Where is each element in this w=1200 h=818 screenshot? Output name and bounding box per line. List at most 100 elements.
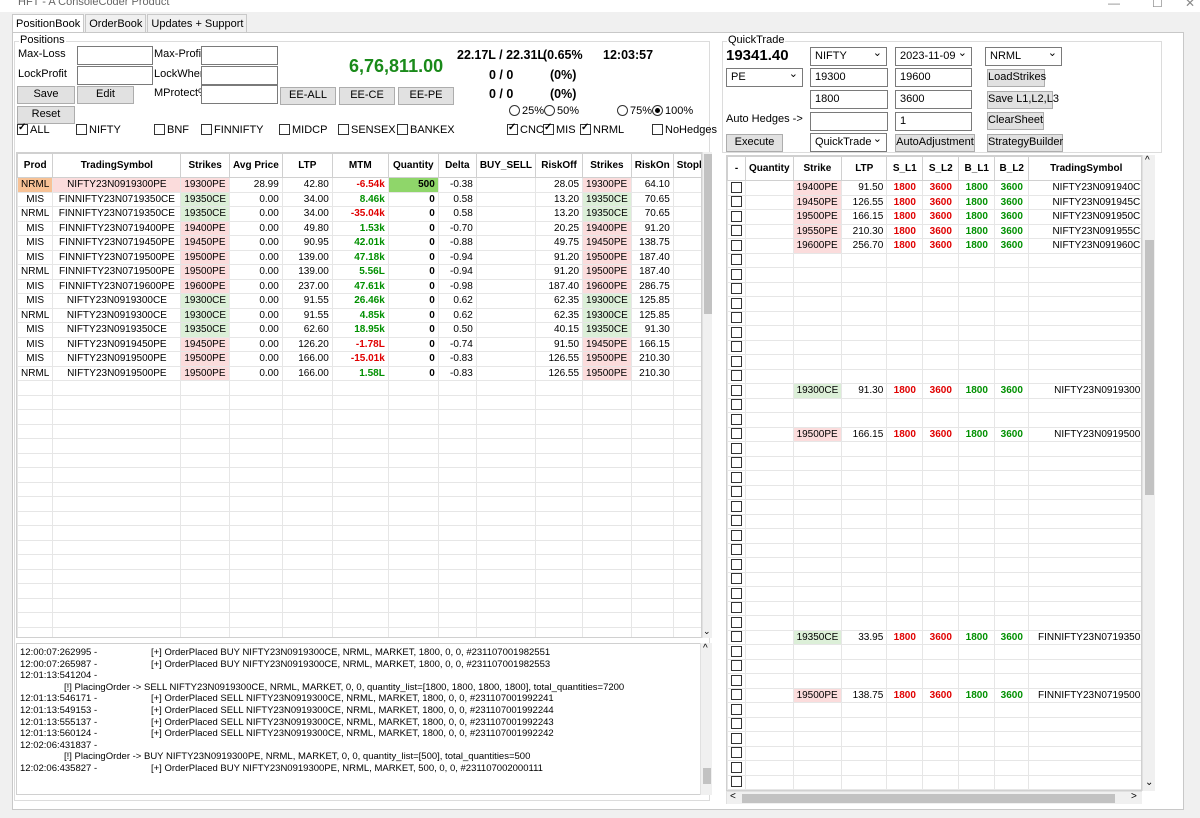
quicktrade-row[interactable] [727,528,1141,544]
filter-midcp[interactable]: MIDCP [279,124,327,136]
product-select[interactable]: NRML [985,46,1062,66]
qt-cell-qty[interactable] [745,658,794,674]
quicktrade-row[interactable] [727,296,1141,312]
quicktrade-row[interactable] [727,354,1141,370]
qt-cell-qty[interactable] [745,586,794,602]
type-mis[interactable]: MIS [543,122,576,136]
position-row[interactable]: NRML NIFTY23N0919300PE 19300PE 28.99 42.80 -6… [17,177,701,193]
quicktrade-row[interactable] [727,745,1141,761]
tab-updates-support[interactable]: Updates + Support [147,14,248,33]
position-row[interactable]: MIS FINNIFTY23N0719450PE 19450PE 0.00 90.95 4… [17,235,701,251]
quicktrade-row[interactable] [727,774,1141,790]
ee-pe-button[interactable]: EE-PE [398,87,454,105]
row-select-checkbox[interactable] [731,761,742,773]
qt-cell-qty[interactable] [745,542,794,558]
qt-cell-qty[interactable] [745,412,794,428]
row-select-checkbox[interactable] [731,544,742,556]
row-select-checkbox[interactable] [731,225,742,237]
qt-cell-qty[interactable] [745,557,794,573]
col-header-ltp[interactable]: LTP [281,153,333,178]
qt-col-quantity[interactable]: Quantity [745,156,794,181]
row-select-checkbox[interactable] [731,399,742,411]
radio-50[interactable]: 50% [544,105,579,117]
quicktrade-row[interactable] [727,412,1141,428]
qt-cell-qty[interactable] [745,571,794,587]
position-row[interactable]: MIS FINNIFTY23N0719600PE 19600PE 0.00 237.00… [17,278,701,294]
lock-profit-input[interactable] [77,66,153,85]
quicktrade-row[interactable] [727,325,1141,341]
qt-cell-qty[interactable] [745,716,794,732]
ee-all-button[interactable]: EE-ALL [280,87,336,105]
qt-cell-qty[interactable] [745,687,794,703]
qt-cell-qty[interactable] [745,267,794,283]
quicktrade-row[interactable] [727,470,1141,486]
position-row[interactable]: MIS FINNIFTY23N0719400PE 19400PE 0.00 49.80 1… [17,220,701,236]
position-row[interactable]: MIS NIFTY23N0919450PE 19450PE 0.00 126.20 -1.… [17,336,701,352]
row-select-checkbox[interactable] [731,529,742,541]
filter-bnf[interactable]: BNF [154,124,189,136]
position-row[interactable]: MIS FINNIFTY23N0719500PE 19500PE 0.00 139.00… [17,249,701,265]
quicktrade-row[interactable] [727,760,1141,776]
col-header-strikes[interactable]: Strikes [180,153,231,178]
quicktrade-row[interactable] [727,586,1141,602]
row-select-checkbox[interactable] [731,413,742,425]
qt-cell-qty[interactable] [745,760,794,776]
qt-col-ltp[interactable]: LTP [841,156,888,181]
quicktrade-row[interactable]: 19500PE 138.75 1800 3600 1800 3600 FINNIFTY23N… [727,687,1141,703]
auto-hedges-count[interactable]: 1 [895,112,972,131]
radio-75[interactable]: 75% [617,105,652,117]
scroll-up-icon[interactable]: ^ [703,643,708,654]
quicktrade-row[interactable] [727,484,1141,500]
qt-cell-qty[interactable] [745,731,794,747]
qt-cell-qty[interactable] [745,629,794,645]
quicktrade-row[interactable] [727,615,1141,631]
qt-cell-qty[interactable] [745,194,794,210]
qt-cell-qty[interactable] [745,528,794,544]
row-select-checkbox[interactable] [731,558,742,570]
filter-bankex[interactable]: BANKEX [397,124,455,136]
quicktrade-row[interactable] [727,571,1141,587]
qt-cell-qty[interactable] [745,470,794,486]
position-row[interactable]: MIS NIFTY23N0919500PE 19500PE 0.00 166.00 -15… [17,351,701,367]
qt-cell-qty[interactable] [745,513,794,529]
quicktrade-row[interactable] [727,702,1141,718]
quicktrade-row[interactable]: 19500PE 166.15 1800 3600 1800 3600 NIFTY23N091… [727,209,1141,225]
quicktrade-row[interactable] [727,557,1141,573]
filter-sensex[interactable]: SENSEX [338,124,396,136]
auto-adjustment-button[interactable]: AutoAdjustment [895,134,975,152]
type-cnc[interactable]: CNC [507,122,544,136]
qt-cell-qty[interactable] [745,368,794,384]
qty1-input[interactable]: 1800 [810,90,888,109]
qt-cell-qty[interactable] [745,238,794,254]
row-select-checkbox[interactable] [731,370,742,382]
row-select-checkbox[interactable] [731,355,742,367]
execute-button[interactable]: Execute [726,134,783,152]
mode-select[interactable]: QuickTrade [810,132,887,152]
qt-cell-qty[interactable] [745,644,794,660]
quicktrade-vscroll[interactable]: ^ ⌄ [1142,155,1155,791]
position-row[interactable]: MIS FINNIFTY23N0719350CE 19350CE 0.00 34.00 8… [17,191,701,207]
row-select-checkbox[interactable] [731,471,742,483]
qt-cell-qty[interactable] [745,397,794,413]
row-select-checkbox[interactable] [731,341,742,353]
quicktrade-row[interactable]: 19400PE 91.50 1800 3600 1800 3600 NIFTY23N0919… [727,180,1141,196]
row-select-checkbox[interactable] [731,486,742,498]
position-row[interactable]: NRML NIFTY23N0919300CE 19300CE 0.00 91.55 4.8… [17,307,701,323]
quicktrade-row[interactable] [727,644,1141,660]
qt-cell-qty[interactable] [745,339,794,355]
qt-col-s-l1[interactable]: S_L1 [886,156,924,181]
qt-col-select[interactable]: - [727,156,746,181]
qt-col-s-l2[interactable]: S_L2 [922,156,960,181]
qt-cell-qty[interactable] [745,745,794,761]
row-select-checkbox[interactable] [731,428,742,440]
qt-cell-qty[interactable] [745,209,794,225]
expiry-select[interactable]: 2023-11-09 [895,46,972,66]
row-select-checkbox[interactable] [731,181,742,193]
qty2-input[interactable]: 3600 [895,90,972,109]
col-header-delta[interactable]: Delta [437,153,477,178]
qt-col-b-l2[interactable]: B_L2 [994,156,1030,181]
row-select-checkbox[interactable] [731,732,742,744]
row-select-checkbox[interactable] [731,631,742,643]
max-loss-input[interactable] [77,46,153,65]
qt-cell-qty[interactable] [745,325,794,341]
